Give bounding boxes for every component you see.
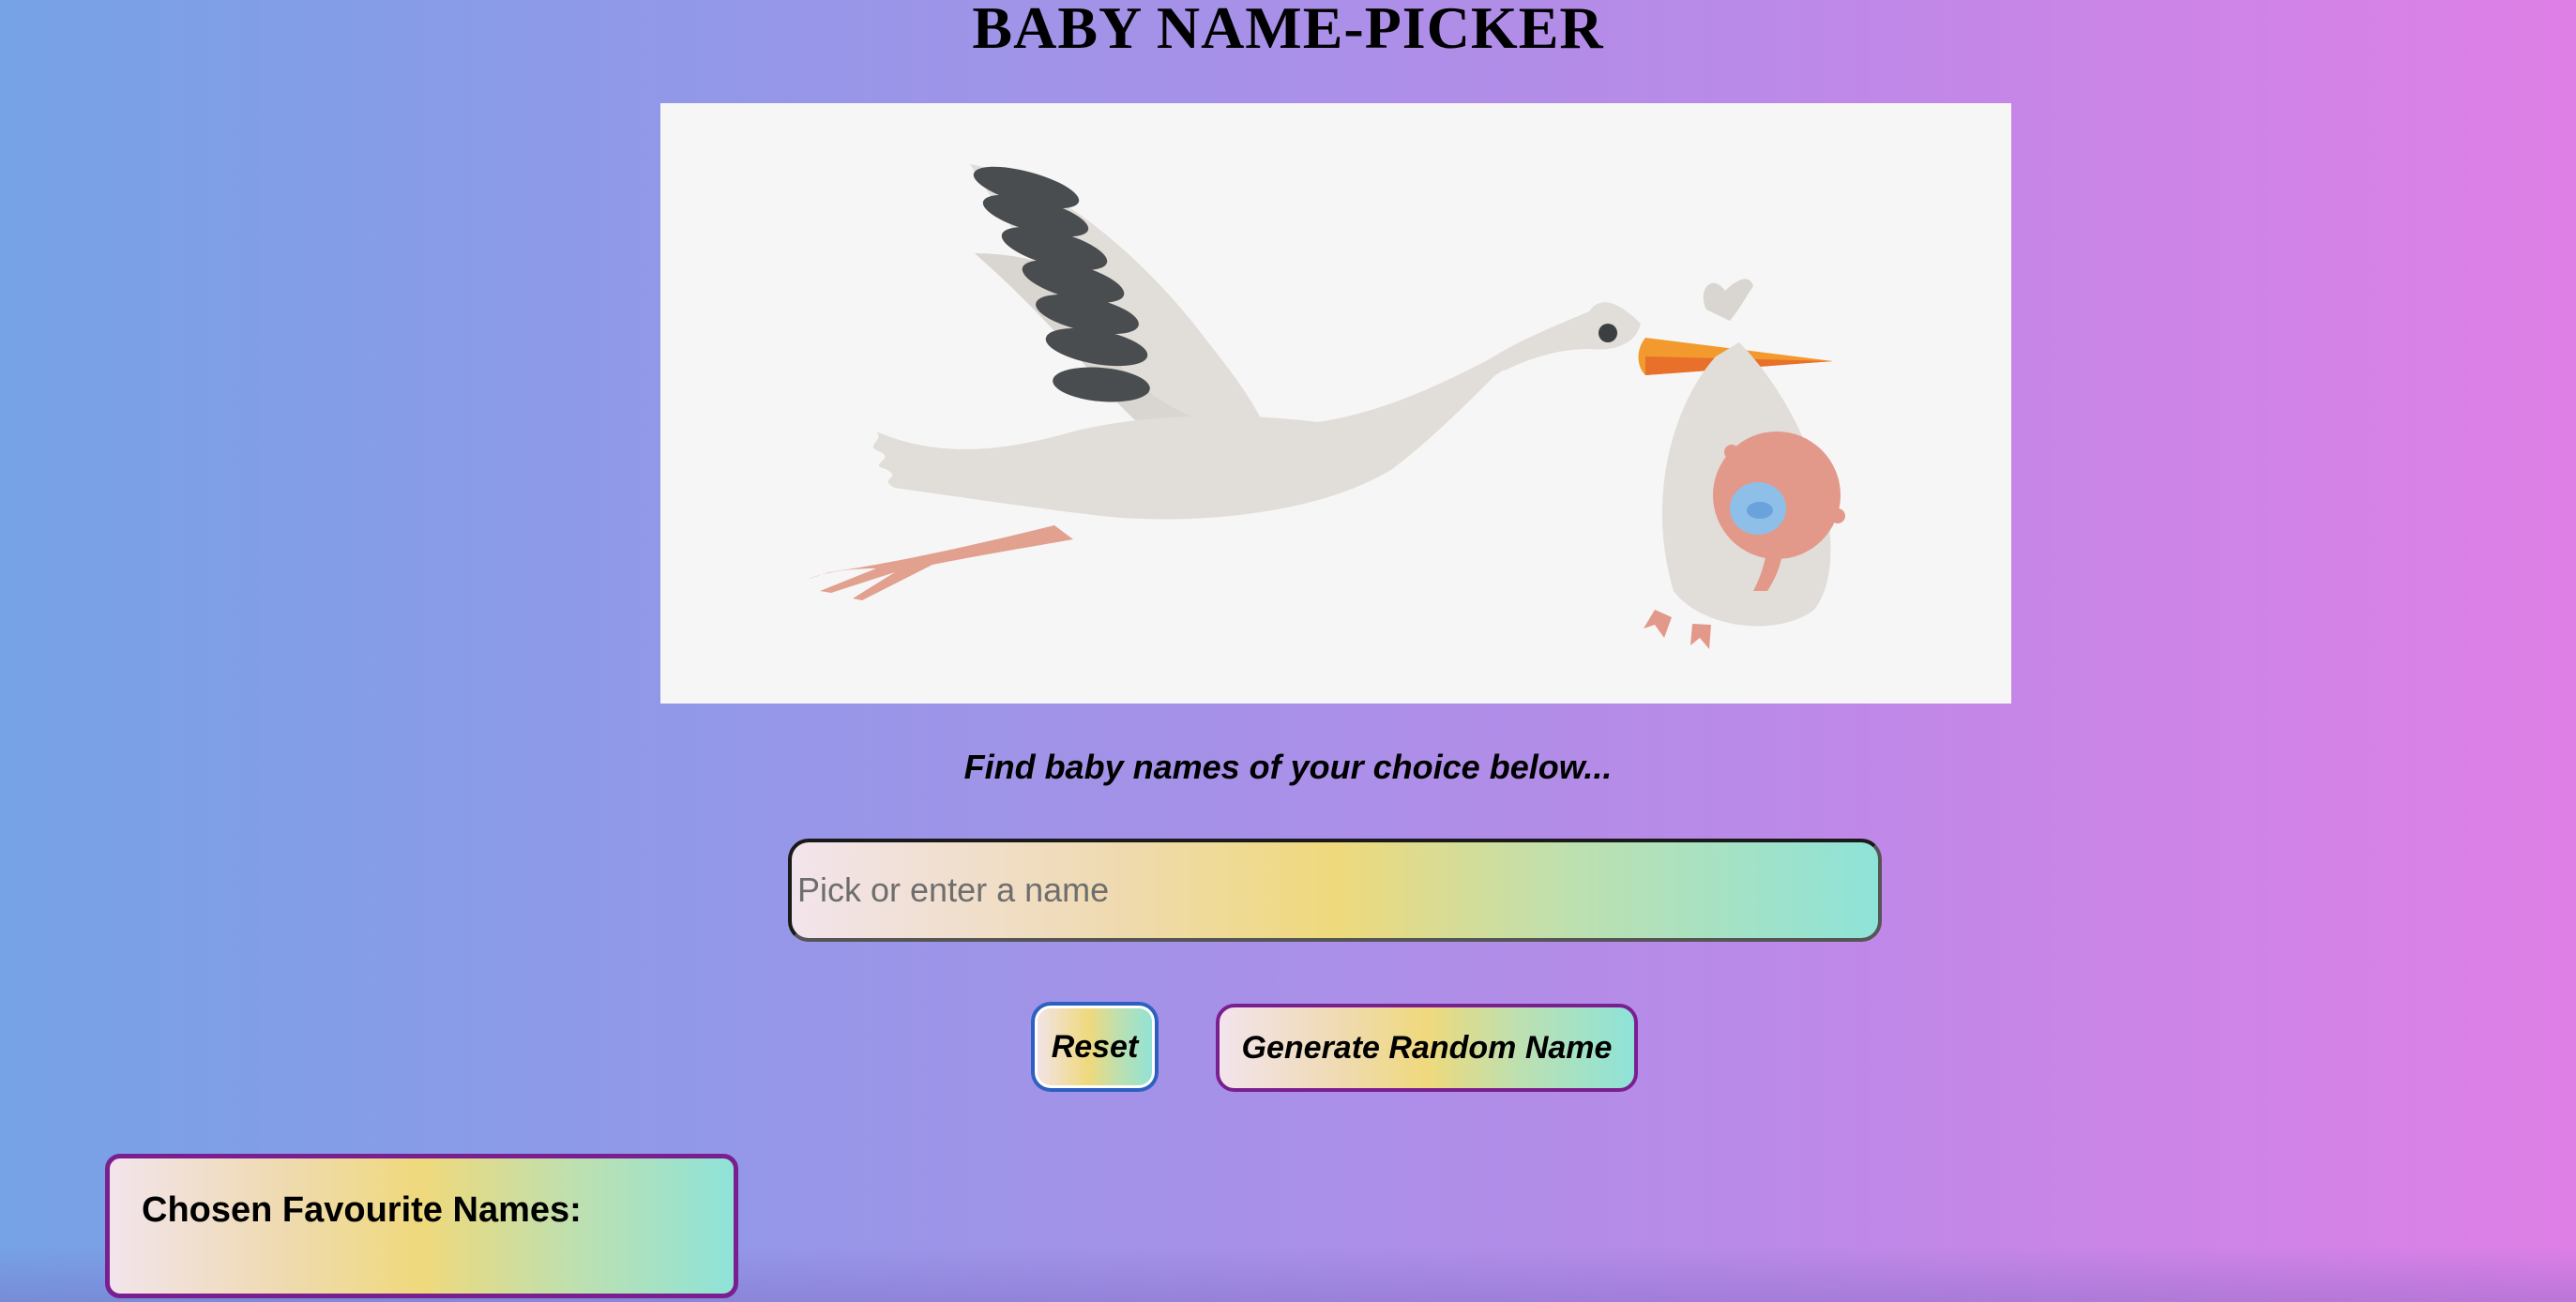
reset-button[interactable]: Reset	[1032, 1003, 1158, 1091]
instruction-text: Find baby names of your choice below...	[963, 748, 1613, 786]
generate-random-name-button[interactable]: Generate Random Name	[1216, 1004, 1638, 1092]
generate-random-name-label: Generate Random Name	[1241, 1029, 1613, 1066]
reset-button-label: Reset	[1051, 1028, 1139, 1065]
page-title: BABY NAME-PICKER	[972, 0, 1604, 61]
favourite-names-panel: Chosen Favourite Names:	[105, 1154, 738, 1298]
hero-image	[660, 103, 2011, 704]
name-input[interactable]	[788, 839, 1882, 942]
favourite-names-title: Chosen Favourite Names:	[142, 1190, 582, 1230]
stork-illustration	[806, 164, 1845, 649]
